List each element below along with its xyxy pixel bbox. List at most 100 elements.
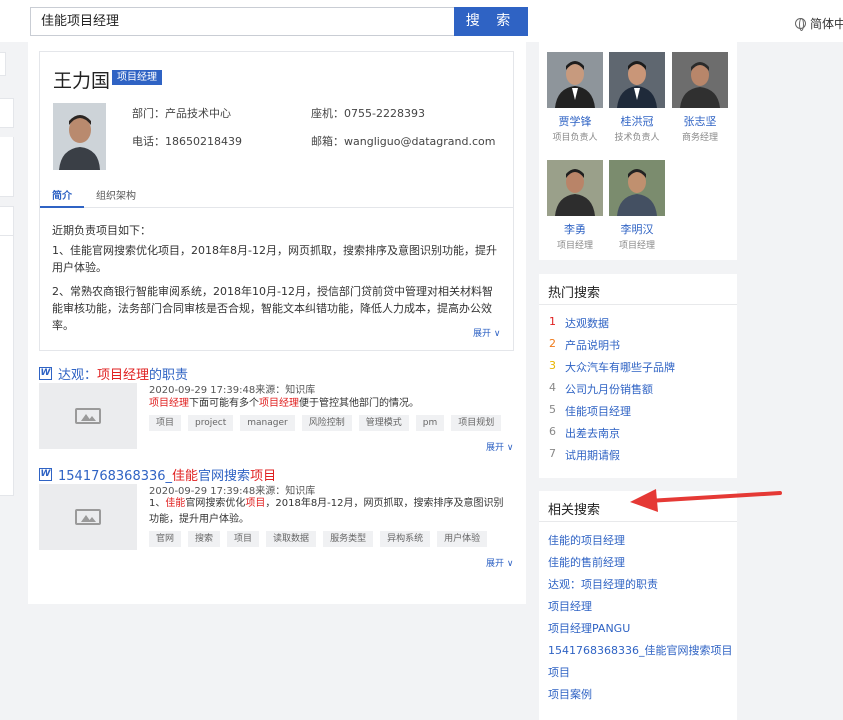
person-role: 技术负责人 [614, 133, 660, 143]
annotation-arrow-icon [630, 489, 782, 512]
left-panel-input[interactable] [0, 52, 6, 76]
person-role: 项目经理 [556, 241, 593, 251]
tag-chip[interactable]: project [188, 415, 234, 431]
left-panel-section [0, 98, 14, 128]
hot-search-item[interactable]: 7 试用期请假 [549, 447, 620, 463]
tab-intro[interactable]: 简介 [40, 186, 84, 208]
result-thumbnail-1[interactable] [39, 383, 137, 449]
person-name: 桂洪冠 [620, 115, 654, 128]
person-role: 商务经理 [681, 133, 718, 143]
hot-search-item[interactable]: 3 大众汽车有哪些子品牌 [549, 359, 675, 375]
tag-chip[interactable]: 项目规划 [451, 415, 502, 431]
left-panel-section [0, 137, 14, 197]
person-role: 项目经理 [618, 241, 655, 251]
tag-chip[interactable]: 风险控制 [301, 415, 352, 431]
person-name: 张志坚 [683, 115, 717, 128]
expand-profile-link[interactable]: 展开 ∨ [473, 326, 500, 339]
tag-chip[interactable]: 官网 [149, 531, 182, 547]
chevron-down-icon: ∨ [506, 443, 514, 453]
tag-chip[interactable]: 读取数据 [266, 531, 317, 547]
result-tags-2: 官网 搜索 项目 读取数据 服务类型 异构系统 用户体验 [149, 531, 488, 547]
related-search-item[interactable]: 项目经理 [548, 598, 592, 614]
hot-search-panel: 热门搜索 1 达观数据 2 产品说明书 3 大众汽车有哪些子品牌 4 公司九月份销售额 … [539, 274, 737, 478]
image-placeholder-icon [75, 509, 101, 525]
related-search-item[interactable]: 佳能的项目经理 [548, 532, 625, 548]
tag-chip[interactable]: 服务类型 [323, 531, 374, 547]
expand-result-2-link[interactable]: 展开 ∨ [486, 556, 513, 569]
person-name: 李勇 [564, 223, 586, 236]
expand-result-1-link[interactable]: 展开 ∨ [486, 440, 513, 453]
related-search-item[interactable]: 项目经理PANGU [548, 620, 630, 636]
result-snippet-2: 1、佳能官网搜索优化项目，2018年8月-12月，网页抓取，搜索排序及意图识别功… [149, 498, 504, 525]
email-text: 邮箱：wangliguo@datagrand.com [311, 135, 496, 148]
tag-chip[interactable]: manager [240, 415, 295, 431]
result-meta-1: 2020-09-29 17:39:48来源：知识库 [149, 385, 316, 396]
divider [539, 521, 737, 522]
result-thumbnail-2[interactable] [39, 484, 137, 550]
left-panel-section [0, 206, 14, 236]
related-search-item[interactable]: 达观：项目经理的职责 [548, 576, 658, 592]
dept-text: 部门：产品技术中心 [132, 107, 231, 120]
person-card[interactable]: 贾学锋 项目负责人 [545, 52, 605, 143]
search-button[interactable]: 搜 索 [454, 7, 528, 36]
top-bar: 佳能项目经理 搜 索 简体中文 [0, 0, 843, 42]
tag-chip[interactable]: 异构系统 [380, 531, 431, 547]
tag-chip[interactable]: 搜索 [188, 531, 221, 547]
related-search-item[interactable]: 佳能的售前经理 [548, 554, 625, 570]
related-search-item[interactable]: 项目 [548, 664, 570, 680]
person-name: 王力国 [53, 70, 111, 92]
related-search-item[interactable]: 1541768368336_佳能官网搜索项目 [548, 642, 732, 658]
word-doc-icon: W [39, 367, 52, 380]
person-photo [672, 52, 728, 108]
tab-org-structure[interactable]: 组织架构 [84, 186, 148, 208]
tag-chip[interactable]: 用户体验 [437, 531, 488, 547]
intro-paragraph-2: 2、常熟农商银行智能审阅系统，2018年10月-12月，授信部门贷前贷中管理对相… [52, 285, 493, 332]
hot-search-item[interactable]: 2 产品说明书 [549, 337, 620, 353]
related-search-title: 相关搜索 [548, 503, 601, 518]
result-meta-2: 2020-09-29 17:39:48来源：知识库 [149, 486, 316, 497]
avatar [53, 103, 106, 170]
hot-search-item[interactable]: 6 出差去南京 [549, 425, 620, 441]
person-photo [609, 52, 665, 108]
mobile-text: 电话：18650218439 [132, 135, 242, 148]
hot-search-item[interactable]: 4 公司九月份销售额 [549, 381, 653, 397]
profile-tabs: 简介 组织架构 [40, 186, 513, 208]
person-profile-card: 王力国 项目经理 部门：产品技术中心 座机：0755-2228393 电话：18… [39, 51, 514, 351]
tag-chip[interactable]: 管理模式 [358, 415, 409, 431]
search-input[interactable]: 佳能项目经理 [30, 7, 454, 36]
divider [539, 304, 737, 305]
intro-heading: 近期负责项目如下： [52, 224, 151, 237]
person-card[interactable]: 张志坚 商务经理 [670, 52, 730, 143]
hot-search-item[interactable]: 1 达观数据 [549, 315, 609, 331]
language-label: 简体中文 [810, 17, 843, 31]
person-card[interactable]: 李明汉 项目经理 [607, 160, 667, 251]
related-people-panel: 贾学锋 项目负责人 桂洪冠 技术负责人 张志坚 商务经理 李勇 项目经理 李明汉… [539, 42, 737, 260]
person-title-badge: 项目经理 [112, 70, 162, 85]
seat-phone-text: 座机：0755-2228393 [311, 107, 425, 120]
hot-search-title: 热门搜索 [548, 286, 601, 301]
person-photo [547, 52, 603, 108]
related-search-panel: 相关搜索 佳能的项目经理 佳能的售前经理 达观：项目经理的职责 项目经理 项目经… [539, 491, 737, 720]
person-card[interactable]: 李勇 项目经理 [545, 160, 605, 251]
left-panel-section [0, 236, 14, 496]
hot-search-item[interactable]: 5 佳能项目经理 [549, 403, 631, 419]
person-photo [609, 160, 665, 216]
person-role: 项目负责人 [552, 133, 598, 143]
chevron-down-icon: ∨ [506, 559, 514, 569]
chevron-down-icon: ∨ [493, 329, 501, 339]
result-snippet-1: 项目经理下面可能有多个项目经理便于管控其他部门的情况。 [149, 398, 419, 409]
related-search-item[interactable]: 项目案例 [548, 686, 592, 702]
tag-chip[interactable]: 项目 [227, 531, 260, 547]
intro-paragraph-1: 1、佳能官网搜索优化项目，2018年8月-12月，网页抓取，搜索排序及意图识别功… [52, 244, 497, 274]
person-photo [547, 160, 603, 216]
tag-chip[interactable]: pm [415, 415, 445, 431]
person-name: 李明汉 [620, 223, 654, 236]
language-switch[interactable]: 简体中文 [795, 15, 843, 32]
tag-chip[interactable]: 项目 [149, 415, 182, 431]
result-tags-1: 项目 project manager 风险控制 管理模式 pm 项目规划 [149, 415, 502, 431]
person-name: 贾学锋 [558, 115, 592, 128]
image-placeholder-icon [75, 408, 101, 424]
globe-icon [795, 18, 806, 31]
word-doc-icon: W [39, 468, 52, 481]
person-card[interactable]: 桂洪冠 技术负责人 [607, 52, 667, 143]
